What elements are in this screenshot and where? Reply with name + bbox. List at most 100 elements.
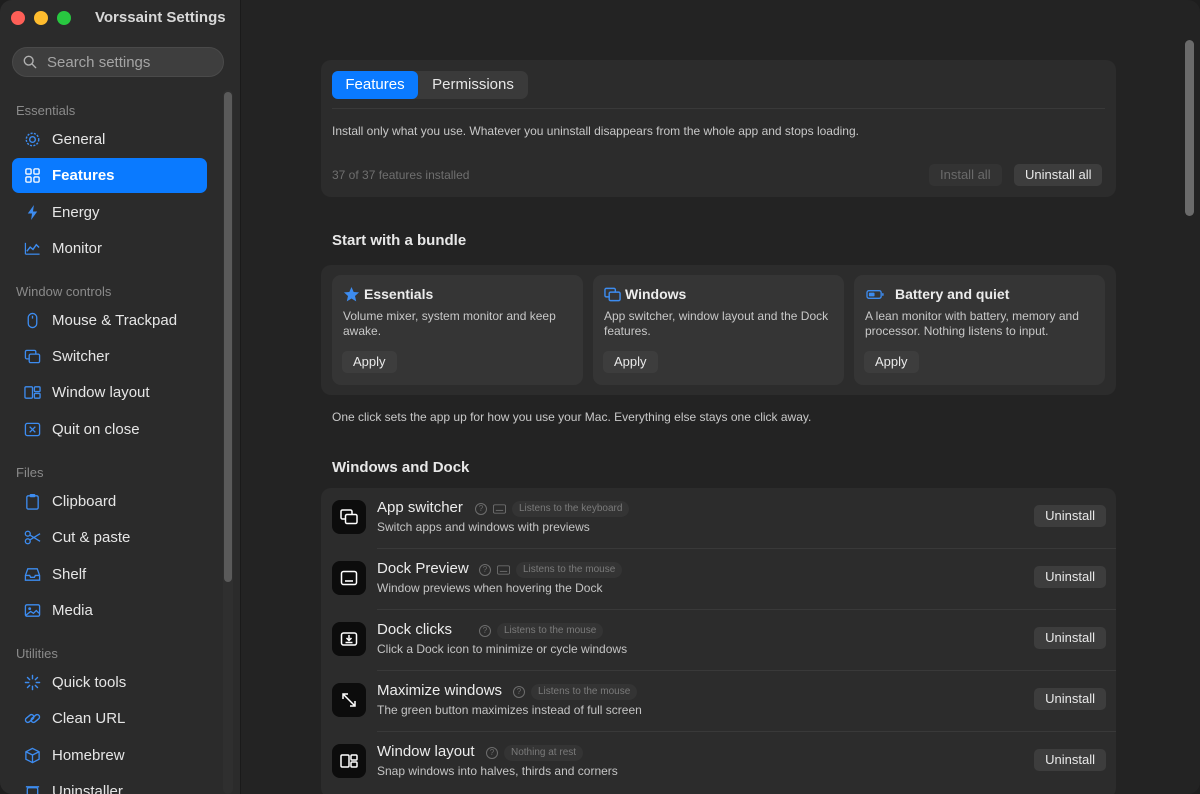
- sidebar-item-energy[interactable]: Energy: [12, 195, 207, 230]
- keyboard-icon: [493, 504, 506, 514]
- uninstall-app-switcher-button[interactable]: Uninstall: [1034, 505, 1106, 527]
- battery-icon: [866, 290, 884, 299]
- window-layout-icon: [332, 744, 366, 778]
- tab-features[interactable]: Features: [332, 71, 418, 99]
- layout-icon: [24, 384, 41, 401]
- sidebar-scrollbar[interactable]: [224, 92, 232, 582]
- feature-row-dock-preview: Dock Preview ? Listens to the mouse Wind…: [321, 549, 1116, 609]
- sidebar-item-shelf[interactable]: Shelf: [12, 557, 207, 592]
- uninstall-all-button[interactable]: Uninstall all: [1014, 164, 1103, 186]
- input-badge: Listens to the mouse: [516, 562, 623, 578]
- sidebar-item-clean-url[interactable]: Clean URL: [12, 701, 207, 736]
- close-window-button[interactable]: [11, 11, 25, 25]
- tab-permissions[interactable]: Permissions: [418, 71, 528, 99]
- info-icon[interactable]: ?: [513, 686, 525, 698]
- search-input[interactable]: [45, 52, 219, 72]
- feature-subtitle: Click a Dock icon to minimize or cycle w…: [377, 642, 628, 656]
- sidebar-item-window-layout[interactable]: Window layout: [12, 375, 207, 410]
- bundles-footnote: One click sets the app up for how you us…: [332, 410, 812, 424]
- sidebar-item-quick-tools[interactable]: Quick tools: [12, 665, 207, 700]
- sidebar-item-cut-paste[interactable]: Cut & paste: [12, 520, 207, 555]
- uninstall-dock-clicks-button[interactable]: Uninstall: [1034, 627, 1106, 649]
- bundle-text: Volume mixer, system monitor and keep aw…: [343, 309, 556, 338]
- sidebar-item-label: Features: [52, 167, 115, 184]
- trash-icon: [24, 783, 41, 794]
- search-field[interactable]: [12, 47, 224, 77]
- sidebar-item-homebrew[interactable]: Homebrew: [12, 738, 207, 773]
- input-badge: Listens to the keyboard: [512, 501, 630, 517]
- sidebar-item-label: Switcher: [52, 348, 110, 365]
- sidebar-item-label: Clean URL: [52, 710, 126, 727]
- feature-meta: ? Listens to the mouse: [479, 562, 623, 578]
- info-icon[interactable]: ?: [486, 747, 498, 759]
- sidebar: Vorssaint Settings Essentials General Fe…: [0, 0, 241, 794]
- feature-subtitle: Window previews when hovering the Dock: [377, 581, 603, 595]
- uninstall-maximize-windows-button[interactable]: Uninstall: [1034, 688, 1106, 710]
- windows-icon: [24, 348, 41, 365]
- feature-meta: ? Nothing at rest: [486, 745, 584, 761]
- maximize-icon: [332, 683, 366, 717]
- tray-icon: [24, 566, 41, 583]
- sidebar-item-label: Shelf: [52, 566, 87, 583]
- sparkle-icon: [24, 674, 41, 691]
- sidebar-item-media[interactable]: Media: [12, 593, 207, 628]
- cube-icon: [24, 747, 41, 764]
- input-badge: Listens to the mouse: [497, 623, 604, 639]
- uninstall-dock-preview-button[interactable]: Uninstall: [1034, 566, 1106, 588]
- bundle-title: Essentials: [364, 286, 434, 302]
- uninstall-window-layout-button[interactable]: Uninstall: [1034, 749, 1106, 771]
- chart-icon: [24, 240, 41, 257]
- sidebar-item-label: Quit on close: [52, 421, 140, 438]
- zoom-window-button[interactable]: [57, 11, 71, 25]
- sidebar-item-monitor[interactable]: Monitor: [12, 231, 207, 266]
- section-label-window-controls: Window controls: [16, 284, 112, 299]
- info-icon[interactable]: ?: [479, 564, 491, 576]
- feature-name: Window layout: [377, 743, 475, 760]
- sidebar-item-label: Media: [52, 602, 93, 619]
- minimize-window-button[interactable]: [34, 11, 48, 25]
- sidebar-item-label: Mouse & Trackpad: [52, 312, 178, 329]
- photo-icon: [24, 602, 41, 619]
- grid-icon: [24, 167, 41, 184]
- sidebar-item-switcher[interactable]: Switcher: [12, 339, 207, 374]
- sidebar-item-mouse-trackpad[interactable]: Mouse & Trackpad: [12, 303, 207, 338]
- sidebar-item-general[interactable]: General: [12, 122, 207, 157]
- sidebar-item-features[interactable]: Features: [12, 158, 207, 193]
- apply-windows-button[interactable]: Apply: [603, 351, 658, 373]
- sidebar-item-label: Window layout: [52, 384, 150, 401]
- sidebar-item-uninstaller[interactable]: Uninstaller: [12, 774, 207, 794]
- window-title: Vorssaint Settings: [95, 9, 226, 26]
- sidebar-item-clipboard[interactable]: Clipboard: [12, 484, 207, 519]
- bolt-icon: [24, 204, 41, 221]
- feature-meta: ? Listens to the keyboard: [475, 501, 630, 517]
- install-all-button[interactable]: Install all: [929, 164, 1002, 186]
- bundle-title: Battery and quiet: [895, 286, 1010, 302]
- feature-name: Dock clicks: [377, 621, 453, 638]
- keyboard-icon: [497, 565, 510, 575]
- dock-clicks-icon: [332, 622, 366, 656]
- feature-subtitle: Snap windows into halves, thirds and cor…: [377, 764, 618, 778]
- apply-essentials-button[interactable]: Apply: [342, 351, 397, 373]
- bundles-heading: Start with a bundle: [332, 232, 467, 249]
- bundle-windows: Windows App switcher, window layout and …: [593, 275, 844, 385]
- sidebar-item-quit-on-close[interactable]: Quit on close: [12, 412, 207, 447]
- bundle-battery-quiet: Battery and quiet A lean monitor with ba…: [854, 275, 1105, 385]
- scissors-icon: [24, 529, 41, 546]
- settings-window: Vorssaint Settings Essentials General Fe…: [0, 0, 1200, 794]
- feature-name: App switcher: [377, 499, 463, 516]
- installed-count: 37 of 37 features installed: [332, 168, 470, 182]
- bundle-title: Windows: [625, 286, 687, 302]
- apply-battery-quiet-button[interactable]: Apply: [864, 351, 919, 373]
- info-icon[interactable]: ?: [475, 503, 487, 515]
- feature-name: Dock Preview: [377, 560, 469, 577]
- bundle-text: A lean monitor with battery, memory and …: [865, 309, 1079, 338]
- feature-meta: ? Listens to the mouse: [513, 684, 638, 700]
- info-icon[interactable]: ?: [479, 625, 491, 637]
- section-label-utilities: Utilities: [16, 646, 58, 661]
- section-label-essentials: Essentials: [16, 103, 76, 118]
- link-icon: [24, 710, 41, 727]
- main-scrollbar[interactable]: [1185, 40, 1194, 216]
- tab-control: Features Permissions: [332, 71, 528, 99]
- gear-icon: [24, 131, 41, 148]
- window-controls: [11, 11, 71, 25]
